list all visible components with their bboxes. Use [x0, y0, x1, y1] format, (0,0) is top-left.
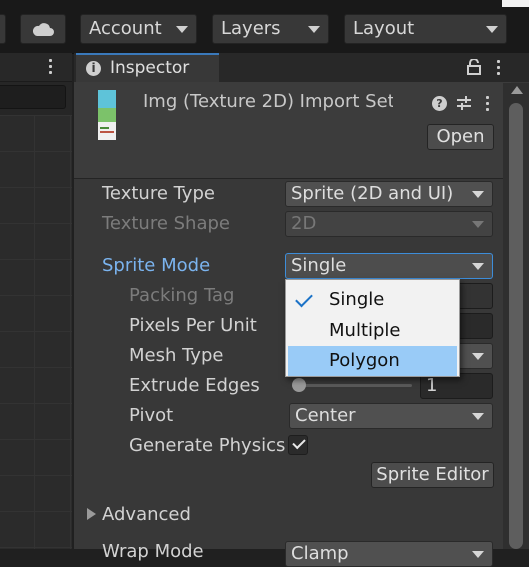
scene-search-field[interactable]	[0, 85, 66, 109]
wrap-mode-label: Wrap Mode	[102, 541, 204, 562]
texture-shape-dropdown: 2D	[285, 211, 493, 237]
checkmark-icon	[295, 289, 313, 308]
account-label: Account	[89, 18, 162, 39]
chevron-down-icon	[472, 263, 484, 270]
scene-tab-bar	[0, 53, 72, 82]
layers-dropdown[interactable]: Layers	[212, 14, 329, 44]
account-dropdown[interactable]: Account	[80, 14, 197, 44]
packing-tag-label: Packing Tag	[129, 285, 235, 306]
kebab-menu-icon[interactable]	[49, 59, 53, 75]
collab-button[interactable]	[0, 14, 6, 44]
sprite-mode-label: Sprite Mode	[102, 255, 211, 276]
sprite-mode-dropdown[interactable]: Single	[285, 253, 493, 279]
layout-dropdown[interactable]: Layout	[344, 14, 507, 44]
layout-label: Layout	[353, 18, 415, 39]
menu-item-polygon[interactable]: Polygon	[288, 346, 457, 376]
chevron-down-icon	[176, 26, 188, 33]
kebab-menu-icon[interactable]	[497, 60, 501, 76]
asset-title: Img (Texture 2D) Import Setti	[143, 91, 393, 112]
asset-header: Img (Texture 2D) Import Setti ? Open	[74, 82, 511, 179]
pivot-label: Pivot	[129, 405, 174, 426]
foldout-arrow-icon[interactable]	[87, 508, 96, 520]
sprite-mode-value: Single	[291, 255, 347, 276]
layers-label: Layers	[221, 18, 281, 39]
menu-item-label: Single	[329, 289, 385, 310]
chevron-down-icon	[472, 353, 484, 360]
scrollbar-thumb[interactable]	[509, 103, 523, 549]
texture-thumbnail	[98, 90, 116, 140]
kebab-menu-icon[interactable]	[486, 96, 490, 112]
chevron-down-icon	[486, 26, 498, 33]
sprite-editor-button[interactable]: Sprite Editor	[371, 462, 494, 488]
texture-shape-value: 2D	[291, 213, 317, 234]
wrap-mode-dropdown[interactable]: Clamp	[285, 541, 493, 567]
menu-item-multiple[interactable]: Multiple	[288, 316, 457, 346]
extrude-edges-label: Extrude Edges	[129, 375, 260, 396]
menu-item-label: Multiple	[329, 320, 401, 341]
menu-item-label: Polygon	[329, 350, 400, 371]
tab-inspector-label: Inspector	[110, 58, 190, 78]
checkmark-icon	[292, 435, 306, 450]
inspector-tab-bar: i Inspector	[74, 53, 529, 82]
scroll-up-arrow-icon[interactable]	[511, 86, 523, 94]
top-toolbar: Account Layers Layout	[0, 0, 529, 54]
help-icon[interactable]: ?	[432, 96, 447, 111]
chevron-down-icon	[472, 413, 484, 420]
extrude-edges-slider-thumb[interactable]	[292, 378, 306, 392]
tab-inspector[interactable]: i Inspector	[76, 53, 219, 82]
lock-icon[interactable]	[467, 59, 481, 75]
texture-type-label: Texture Type	[102, 183, 215, 204]
pivot-dropdown[interactable]: Center	[289, 403, 493, 429]
cloud-icon	[32, 23, 54, 36]
advanced-foldout-label[interactable]: Advanced	[102, 504, 191, 525]
preset-sliders-icon[interactable]	[456, 95, 472, 111]
chevron-down-icon	[472, 551, 484, 558]
cloud-button[interactable]	[20, 14, 66, 44]
scene-grid[interactable]	[0, 115, 72, 549]
chevron-down-icon	[308, 26, 320, 33]
window-edge	[502, 0, 529, 7]
inspector-scrollbar[interactable]	[503, 83, 529, 549]
pixels-per-unit-label: Pixels Per Unit	[129, 315, 257, 336]
mesh-type-label: Mesh Type	[129, 345, 224, 366]
texture-type-value: Sprite (2D and UI)	[291, 183, 454, 204]
texture-type-dropdown[interactable]: Sprite (2D and UI)	[285, 181, 493, 207]
scene-pane	[0, 53, 72, 549]
open-button[interactable]: Open	[427, 124, 494, 150]
generate-physics-checkbox[interactable]	[288, 435, 308, 455]
generate-physics-label: Generate Physics	[129, 435, 286, 456]
wrap-mode-value: Clamp	[291, 543, 349, 564]
chevron-down-icon	[472, 191, 484, 198]
texture-shape-label: Texture Shape	[102, 213, 230, 234]
info-icon: i	[86, 61, 101, 76]
pivot-value: Center	[295, 405, 356, 426]
sprite-mode-menu: Single Multiple Polygon	[285, 279, 460, 377]
chevron-down-icon	[472, 221, 484, 228]
menu-item-single[interactable]: Single	[288, 285, 457, 315]
extrude-edges-slider-track[interactable]	[297, 384, 412, 387]
